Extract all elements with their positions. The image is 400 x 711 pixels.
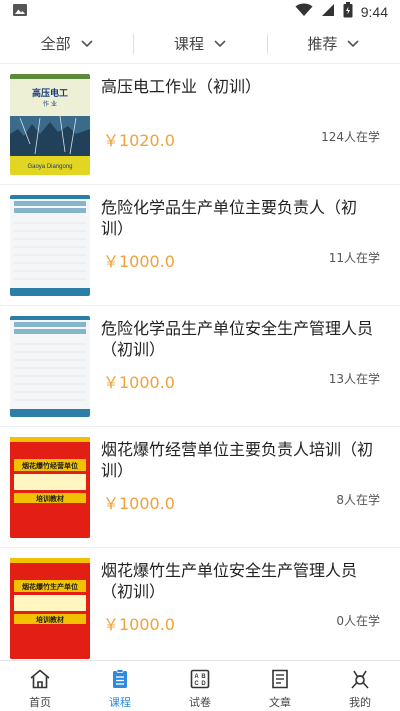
course-learners: 0人在学 <box>336 614 380 628</box>
nav-label: 试卷 <box>189 696 211 709</box>
course-cover-image <box>10 195 90 296</box>
course-learners: 13人在学 <box>328 372 380 386</box>
course-learners: 124人在学 <box>321 130 380 144</box>
filter-all[interactable]: 全部 <box>0 24 133 63</box>
course-price: ￥1000.0 <box>103 615 175 634</box>
battery-icon <box>343 2 353 22</box>
status-time: 9:44 <box>360 4 388 20</box>
cover-subtitle-text: 培训教材 <box>36 494 64 503</box>
cover-title-text: 高压电工 <box>32 87 68 99</box>
course-price: ￥1000.0 <box>103 252 175 271</box>
profile-icon <box>351 670 369 689</box>
cover-subtitle-text: Gaoya Diangong <box>27 164 72 170</box>
course-item[interactable]: 烟花爆竹生产单位 培训教材 烟花爆竹生产单位安全生产管理人员（初训） ￥1000… <box>0 548 400 660</box>
course-item[interactable]: 危险化学品生产单位主要负责人（初训） ￥1000.0 11人在学 <box>0 185 400 306</box>
svg-text:C: C <box>194 681 199 687</box>
bottom-nav: 首页 课程 A B C D 试卷 文章 我的 <box>0 660 400 711</box>
filter-course[interactable]: 课程 <box>133 24 266 63</box>
wifi-icon <box>295 3 313 21</box>
course-cover-image: 高压电工 作 业 Gaoya Diangong <box>10 74 90 175</box>
cover-title-text: 烟花爆竹生产单位 <box>22 582 78 591</box>
course-price: ￥1020.0 <box>103 131 175 150</box>
course-title: 高压电工作业（初训） <box>101 77 262 96</box>
exam-icon: A B C D <box>190 669 210 689</box>
image-notification-icon <box>12 3 28 21</box>
filter-bar: 全部 课程 推荐 <box>0 24 400 64</box>
course-learners: 8人在学 <box>336 493 380 507</box>
nav-item-article[interactable]: 文章 <box>240 661 320 711</box>
status-left <box>12 3 28 21</box>
course-list[interactable]: 高压电工 作 业 Gaoya Diangong 高压电工作业（初训） ￥1020… <box>0 64 400 660</box>
nav-item-course[interactable]: 课程 <box>80 661 160 711</box>
nav-label: 文章 <box>269 696 291 709</box>
course-price: ￥1000.0 <box>103 373 175 392</box>
course-title: 烟花爆竹生产单位安全生产管理人员（初训） <box>101 561 358 601</box>
course-cover-image: 烟花爆竹生产单位 培训教材 <box>10 558 90 659</box>
home-icon <box>30 669 50 689</box>
course-learners: 11人在学 <box>328 251 380 265</box>
course-title: 危险化学品生产单位安全生产管理人员（初训） <box>101 319 374 359</box>
nav-label: 课程 <box>109 696 131 709</box>
course-item[interactable]: 高压电工 作 业 Gaoya Diangong 高压电工作业（初训） ￥1020… <box>0 64 400 185</box>
cover-title-text: 烟花爆竹经营单位 <box>22 461 78 470</box>
course-item[interactable]: 危险化学品生产单位安全生产管理人员（初训） ￥1000.0 13人在学 <box>0 306 400 427</box>
nav-item-exam[interactable]: A B C D 试卷 <box>160 661 240 711</box>
status-bar: 9:44 <box>0 0 400 24</box>
svg-text:A: A <box>194 674 199 680</box>
course-cover-image <box>10 316 90 417</box>
article-icon <box>272 669 288 689</box>
nav-label: 首页 <box>29 696 51 709</box>
filter-recommend[interactable]: 推荐 <box>266 24 400 63</box>
filter-all-label: 全部 <box>40 35 71 53</box>
svg-text:作 业: 作 业 <box>43 100 57 108</box>
chevron-down-icon <box>81 39 93 47</box>
svg-text:D: D <box>201 681 206 687</box>
course-title: 烟花爆竹经营单位主要负责人培训（初训） <box>101 440 374 480</box>
course-price: ￥1000.0 <box>103 494 175 513</box>
nav-label: 我的 <box>349 696 371 709</box>
filter-course-label: 课程 <box>173 35 204 53</box>
filter-recommend-label: 推荐 <box>307 35 338 53</box>
signal-icon <box>321 3 335 21</box>
svg-text:B: B <box>201 674 206 680</box>
app-root: 9:44 全部 课程 推荐 高压电工 作 业 Gaoya Diangong 高压… <box>0 0 400 711</box>
chevron-down-icon <box>214 39 226 47</box>
course-cover-image: 烟花爆竹经营单位 培训教材 <box>10 437 90 538</box>
chevron-down-icon <box>347 39 359 47</box>
course-item[interactable]: 烟花爆竹经营单位 培训教材 烟花爆竹经营单位主要负责人培训（初训） ￥1000.… <box>0 427 400 548</box>
nav-item-profile[interactable]: 我的 <box>320 661 400 711</box>
cover-subtitle-text: 培训教材 <box>36 615 64 624</box>
nav-item-home[interactable]: 首页 <box>0 661 80 711</box>
course-icon <box>113 669 127 688</box>
status-right: 9:44 <box>295 2 388 22</box>
course-title: 危险化学品生产单位主要负责人（初训） <box>101 198 358 238</box>
